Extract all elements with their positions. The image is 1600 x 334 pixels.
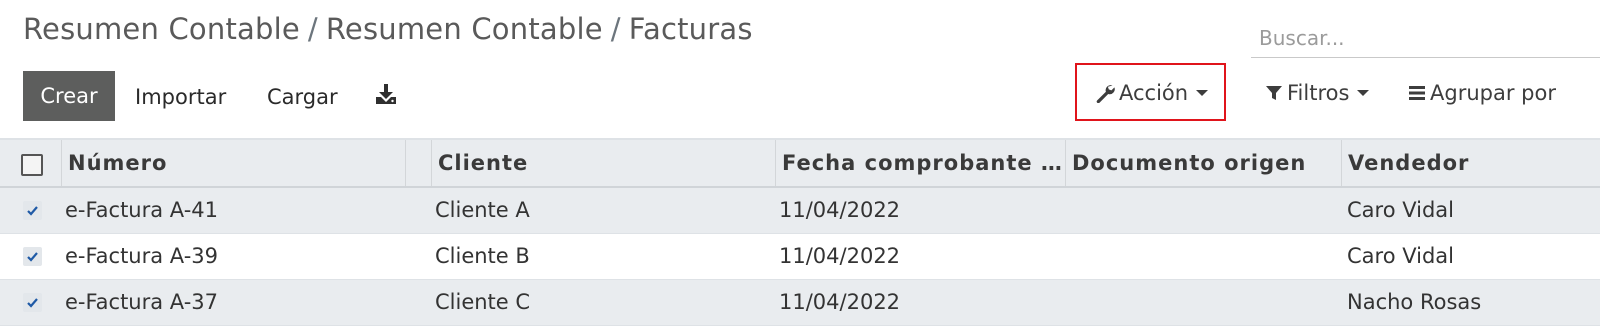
- download-icon[interactable]: [375, 83, 397, 105]
- column-header-numero[interactable]: Número: [61, 140, 405, 186]
- filter-icon: [1265, 84, 1283, 102]
- filters-dropdown[interactable]: Filtros: [1265, 78, 1370, 108]
- cell-numero: e-Factura A-41: [65, 198, 218, 222]
- column-header-documento-origen[interactable]: Documento origen: [1065, 140, 1341, 186]
- column-header-spacer: [405, 140, 431, 186]
- search-input[interactable]: [1251, 18, 1600, 58]
- load-button[interactable]: Cargar: [267, 80, 338, 114]
- filters-label: Filtros: [1287, 81, 1350, 105]
- row-checkbox[interactable]: [23, 247, 42, 266]
- table-row[interactable]: e-Factura A-39 Cliente B 11/04/2022 Caro…: [0, 234, 1600, 280]
- cell-vendedor: Caro Vidal: [1347, 244, 1454, 268]
- group-by-label: Agrupar por: [1430, 81, 1556, 105]
- group-by-dropdown[interactable]: Agrupar por: [1408, 78, 1556, 108]
- breadcrumb-item-resumen-contable[interactable]: Resumen Contable: [23, 12, 300, 46]
- cell-fecha: 11/04/2022: [779, 244, 901, 268]
- cell-numero: e-Factura A-37: [65, 290, 218, 314]
- wrench-icon: [1095, 83, 1115, 103]
- column-header-cliente[interactable]: Cliente: [431, 140, 775, 186]
- cell-fecha: 11/04/2022: [779, 290, 901, 314]
- list-icon: [1408, 84, 1426, 102]
- action-label: Acción: [1119, 81, 1189, 105]
- cell-cliente: Cliente A: [435, 198, 530, 222]
- breadcrumb-item-resumen-contable-2[interactable]: Resumen Contable: [326, 12, 603, 46]
- cell-vendedor: Nacho Rosas: [1347, 290, 1482, 314]
- cell-fecha: 11/04/2022: [779, 198, 901, 222]
- select-all-checkbox[interactable]: [21, 154, 43, 176]
- import-button[interactable]: Importar: [135, 80, 226, 114]
- cell-cliente: Cliente C: [435, 290, 531, 314]
- breadcrumb-item-facturas: Facturas: [628, 12, 753, 46]
- cell-numero: e-Factura A-39: [65, 244, 218, 268]
- row-checkbox[interactable]: [23, 201, 42, 220]
- breadcrumb: Resumen Contable / Resumen Contable / Factur…: [23, 12, 753, 46]
- table-header: Número Cliente Fecha comprobante … Docum…: [0, 138, 1600, 188]
- create-button[interactable]: Crear: [23, 71, 115, 121]
- column-header-fecha[interactable]: Fecha comprobante …: [775, 140, 1065, 186]
- cell-cliente: Cliente B: [435, 244, 530, 268]
- row-checkbox[interactable]: [23, 293, 42, 312]
- breadcrumb-separator: /: [610, 12, 621, 46]
- chevron-down-icon: [1357, 90, 1370, 96]
- table-row[interactable]: e-Factura A-37 Cliente C 11/04/2022 Nach…: [0, 280, 1600, 326]
- table-row[interactable]: e-Factura A-41 Cliente A 11/04/2022 Caro…: [0, 188, 1600, 234]
- action-dropdown[interactable]: Acción: [1095, 78, 1209, 108]
- chevron-down-icon: [1196, 90, 1209, 96]
- cell-vendedor: Caro Vidal: [1347, 198, 1454, 222]
- breadcrumb-separator: /: [307, 12, 318, 46]
- column-header-vendedor[interactable]: Vendedor: [1341, 140, 1600, 186]
